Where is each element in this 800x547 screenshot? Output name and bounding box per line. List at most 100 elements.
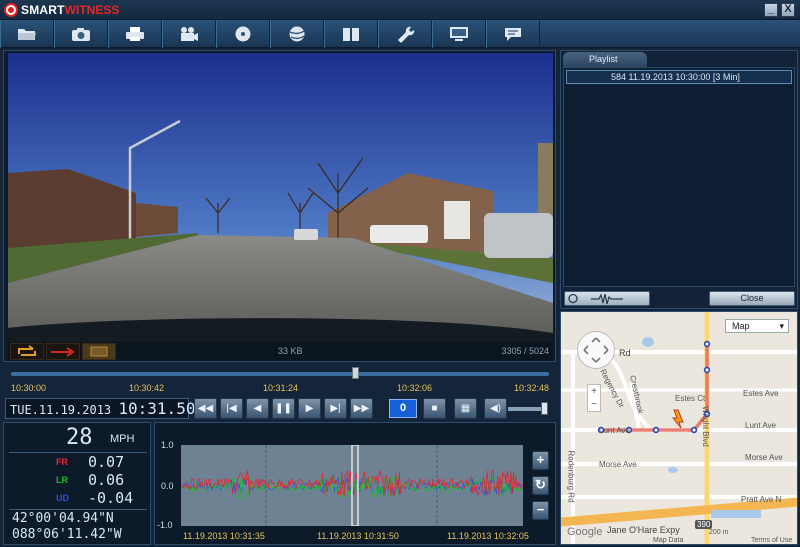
map-zoom-control: + −: [587, 384, 601, 412]
wrench-icon: [398, 26, 415, 43]
title-bar: SMART WITNESS _ X: [0, 0, 800, 20]
camera-icon: [72, 28, 90, 41]
playlist-close-button[interactable]: Close: [709, 291, 795, 306]
stop-icon: ■: [431, 403, 438, 414]
gsensor-graph-panel: 1.0 0.0 -1.0 11.19.2013 10:31:35 11.19.2…: [154, 422, 556, 545]
play-button[interactable]: ▶: [298, 398, 321, 419]
loop-icon: [18, 345, 36, 356]
speed-unit: MPH: [110, 433, 135, 445]
graph-x-label: 11.19.2013 10:31:35: [183, 531, 265, 541]
map-type-select[interactable]: Map ▾: [725, 319, 789, 333]
playlist-list[interactable]: 584 11.19.2013 10:30:00 [3 Min]: [563, 67, 795, 287]
map-label-wright: Wright Blvd: [700, 406, 710, 447]
display-button[interactable]: [432, 20, 486, 48]
map-label-morse-left: Morse Ave: [599, 460, 637, 469]
skip-back-icon: |◀: [226, 403, 237, 414]
skip-forward-icon: ▶|: [330, 403, 341, 414]
logo-text-witness: WITNESS: [64, 3, 120, 17]
fast-forward-icon: ▶▶: [353, 403, 370, 414]
checker-icon: ▦: [460, 403, 471, 414]
telemetry-panel: 28 MPH FR 0.07 LR 0.06 UD -0.04 42°00'04…: [3, 422, 151, 545]
timeline-label: 10:31:24: [263, 383, 299, 393]
map-pan-control[interactable]: [577, 331, 615, 369]
graph-x-label: 11.19.2013 10:32:05: [447, 531, 529, 541]
video-file-size: 33 KB: [278, 346, 303, 356]
graph-zoom-out-button[interactable]: −: [532, 501, 549, 520]
manual-button[interactable]: [324, 20, 378, 48]
timeline-label: 10:32:06: [397, 383, 433, 393]
previous-button[interactable]: |◀: [220, 398, 243, 419]
graph-y-label: 0.0: [161, 481, 174, 491]
map-label-pratt: Pratt Ave N: [741, 495, 782, 504]
minimize-button[interactable]: _: [764, 3, 778, 17]
map-zoom-out-button[interactable]: −: [588, 398, 600, 411]
timeline-label: 10:30:00: [11, 383, 47, 393]
monitor-icon: [450, 27, 468, 41]
playback-speed[interactable]: 0: [389, 399, 417, 418]
mute-button[interactable]: ◀): [484, 398, 507, 419]
arrow-right-icon: [51, 347, 75, 357]
direction-button[interactable]: [46, 343, 80, 360]
snapshot-button[interactable]: [54, 20, 108, 48]
speaker-icon: ◀): [489, 403, 502, 414]
fullscreen-button[interactable]: ▦: [454, 398, 477, 419]
stop-button[interactable]: ■: [423, 398, 446, 419]
longitude-readout: 088°06'11.42"W: [12, 527, 122, 542]
audio-waveform-button[interactable]: [564, 291, 650, 306]
graph-reset-button[interactable]: ↻: [532, 476, 549, 495]
map-label-estes-ct: Estes Ct: [675, 394, 706, 403]
disc-button[interactable]: [216, 20, 270, 48]
next-button[interactable]: ▶|: [324, 398, 347, 419]
video-export-button[interactable]: [162, 20, 216, 48]
map-label-estes-ave: Estes Ave: [743, 389, 779, 398]
ud-value: -0.04: [88, 489, 134, 507]
map-label-rodenburg: Rodenburg Rd: [566, 450, 576, 503]
globe-icon: [289, 26, 305, 42]
video-status-bar: 33 KB 3305 / 5024: [8, 342, 553, 361]
map-panel[interactable]: + − Map ▾ Rd Regency Dr Crestbrook Estes…: [560, 311, 798, 545]
feedback-button[interactable]: [486, 20, 540, 48]
fast-forward-button[interactable]: ▶▶: [350, 398, 373, 419]
ud-label: UD: [56, 493, 69, 503]
timeline-scrubber[interactable]: [352, 367, 360, 379]
pause-icon: ❚❚: [275, 403, 292, 414]
open-folder-button[interactable]: [0, 20, 54, 48]
video-export-icon: [181, 27, 198, 41]
latitude-readout: 42°00'04.94"N: [12, 511, 114, 526]
close-window-button[interactable]: X: [781, 3, 795, 17]
map-label-morse-right: Morse Ave: [745, 453, 783, 462]
map-label-lunt-right: Lunt Ave: [745, 421, 776, 430]
timeline-label: 10:32:48: [514, 383, 550, 393]
date-readout: TUE.11.19.2013: [10, 403, 112, 417]
gsensor-plot[interactable]: [181, 445, 523, 526]
chevron-down-icon: ▾: [779, 321, 784, 331]
map-terms-link[interactable]: Terms of Use: [751, 537, 792, 544]
map-zoom-in-button[interactable]: +: [588, 385, 600, 398]
lr-value: 0.06: [88, 471, 125, 489]
app-logo: SMART WITNESS: [4, 3, 119, 17]
datetime-display: TUE.11.19.2013 10:31.50: [5, 398, 195, 419]
divider: [9, 509, 147, 510]
graph-y-label: 1.0: [161, 440, 174, 450]
globe-button[interactable]: [270, 20, 324, 48]
timeline: 10:30:00 10:30:42 10:31:24 10:32:06 10:3…: [3, 363, 556, 397]
folder-open-icon: [18, 29, 36, 40]
step-back-button[interactable]: ◀: [246, 398, 269, 419]
hd-toggle-button[interactable]: [82, 343, 116, 360]
tab-playlist[interactable]: Playlist: [563, 52, 647, 67]
rewind-button[interactable]: ◀◀: [194, 398, 217, 419]
map-type-value: Map: [732, 321, 750, 331]
playlist-item[interactable]: 584 11.19.2013 10:30:00 [3 Min]: [566, 70, 792, 84]
graph-zoom-in-button[interactable]: +: [532, 451, 549, 470]
print-button[interactable]: [108, 20, 162, 48]
ud-row: UD -0.04: [4, 489, 152, 507]
smartwitness-app: SMART WITNESS _ X 33 KB 3305 / 5024 Play…: [0, 0, 800, 547]
pause-button[interactable]: ❚❚: [272, 398, 295, 419]
settings-button[interactable]: [378, 20, 432, 48]
loop-button[interactable]: [10, 343, 44, 360]
timeline-track[interactable]: [11, 372, 549, 376]
pan-arrows-icon: [583, 337, 609, 363]
lr-label: LR: [56, 475, 68, 485]
map-data-link[interactable]: Map Data: [653, 537, 683, 544]
volume-slider[interactable]: [541, 402, 548, 415]
